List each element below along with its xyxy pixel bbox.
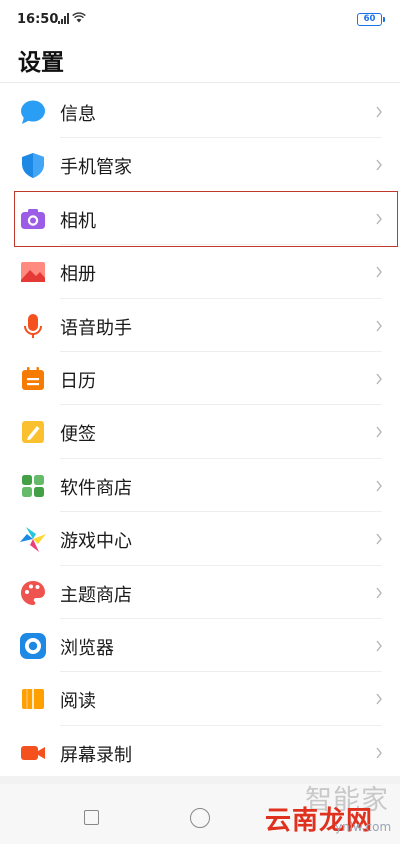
chevron-right-icon: [376, 320, 382, 331]
settings-item-label: 浏览器: [60, 637, 114, 659]
settings-item-notes[interactable]: 便签: [0, 405, 400, 459]
settings-item-label: 日历: [60, 370, 96, 392]
chevron-right-icon: [376, 159, 382, 171]
home-button[interactable]: [190, 808, 210, 828]
gallery-icon: [21, 262, 45, 283]
recent-apps-button[interactable]: [84, 810, 99, 825]
settings-item-label: 主题商店: [60, 584, 132, 606]
chevron-right-icon: [376, 426, 382, 438]
settings-item-label: 信息: [60, 104, 96, 125]
header-divider: [0, 82, 400, 83]
chevron-right-icon: [376, 640, 382, 652]
settings-item-messages[interactable]: 信息: [0, 85, 400, 139]
message-icon: [21, 100, 45, 124]
settings-item-voice-assistant[interactable]: 语音助手: [0, 299, 400, 352]
camera-icon: [21, 208, 45, 229]
game-center-icon: [20, 527, 46, 553]
settings-item-calendar[interactable]: 日历: [0, 352, 400, 406]
chevron-right-icon: [376, 266, 382, 278]
chevron-right-icon: [376, 480, 382, 492]
page-title: 设置: [18, 50, 64, 76]
settings-item-game-center[interactable]: 游戏中心: [0, 512, 400, 566]
settings-item-label: 阅读: [60, 691, 96, 713]
shield-icon: [22, 153, 44, 179]
chevron-right-icon: [376, 373, 382, 385]
battery-icon: 60: [357, 13, 385, 26]
battery-level: 60: [363, 14, 376, 24]
calendar-icon: [22, 366, 44, 390]
chevron-right-icon: [376, 587, 382, 598]
settings-item-app-store[interactable]: 软件商店: [0, 459, 400, 513]
settings-item-reading[interactable]: 阅读: [0, 672, 400, 726]
chevron-right-icon: [376, 106, 382, 118]
settings-item-label: 游戏中心: [60, 531, 132, 553]
screen-record-icon: [21, 745, 45, 760]
browser-icon: [20, 632, 46, 659]
settings-item-camera[interactable]: 相机: [0, 192, 400, 246]
chevron-right-icon: [376, 747, 382, 759]
chevron-right-icon: [376, 213, 382, 225]
settings-item-screen-record[interactable]: 屏幕录制: [0, 726, 400, 779]
settings-item-label: 语音助手: [60, 317, 132, 339]
settings-item-gallery[interactable]: 相册: [0, 245, 400, 299]
settings-item-label: 手机管家: [60, 157, 132, 179]
settings-item-label: 相机: [60, 210, 96, 232]
settings-item-phone-manager[interactable]: 手机管家: [0, 138, 400, 192]
microphone-icon: [24, 313, 42, 338]
settings-item-label: 相册: [60, 264, 96, 286]
chevron-right-icon: [376, 533, 382, 545]
signal-icon: [58, 13, 69, 24]
settings-list: 信息 手机管家 相机 相册 语音助手 日历 便签 软件商店 游戏中心 主题商店 …: [0, 85, 400, 779]
chevron-right-icon: [376, 693, 382, 705]
wifi-icon: [72, 12, 86, 23]
settings-item-theme-store[interactable]: 主题商店: [0, 566, 400, 619]
palette-icon: [21, 580, 45, 605]
settings-item-browser[interactable]: 浏览器: [0, 619, 400, 673]
settings-item-label: 屏幕录制: [60, 744, 132, 766]
settings-item-label: 便签: [60, 424, 96, 446]
book-icon: [22, 689, 44, 710]
status-time: 16:50: [17, 12, 59, 27]
status-bar: 16:50 60: [0, 0, 400, 40]
settings-item-label: 软件商店: [60, 477, 132, 499]
note-icon: [22, 421, 44, 444]
app-store-icon: [22, 474, 44, 497]
watermark-url: ynlw.com: [335, 820, 392, 834]
